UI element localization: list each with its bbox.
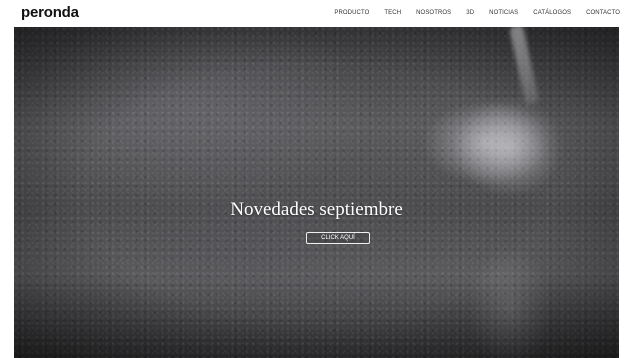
nav-item-tech[interactable]: TECH — [384, 10, 401, 16]
main-nav: PRODUCTO TECH NOSOTROS 3D NOTICIAS CATÁL… — [319, 10, 620, 16]
page: peronda PRODUCTO TECH NOSOTROS 3D NOTICI… — [0, 0, 632, 358]
nav-item-nosotros[interactable]: NOSOTROS — [416, 10, 451, 16]
nav-item-noticias[interactable]: NOTICIAS — [489, 10, 518, 16]
hero-title: Novedades septiembre — [230, 199, 403, 220]
click-here-button[interactable]: CLICK AQUÍ — [306, 232, 370, 244]
nav-item-producto[interactable]: PRODUCTO — [334, 10, 369, 16]
nav-item-catalogos[interactable]: CATÁLOGOS — [533, 10, 571, 16]
nav-item-contacto[interactable]: CONTACTO — [586, 10, 620, 16]
hero-banner: Novedades septiembre CLICK AQUÍ — [14, 27, 619, 358]
hero-vignette — [14, 27, 619, 358]
peronda-logo[interactable]: peronda — [21, 4, 79, 21]
nav-item-3d[interactable]: 3D — [466, 10, 474, 16]
top-navigation-bar: peronda PRODUCTO TECH NOSOTROS 3D NOTICI… — [0, 0, 632, 27]
